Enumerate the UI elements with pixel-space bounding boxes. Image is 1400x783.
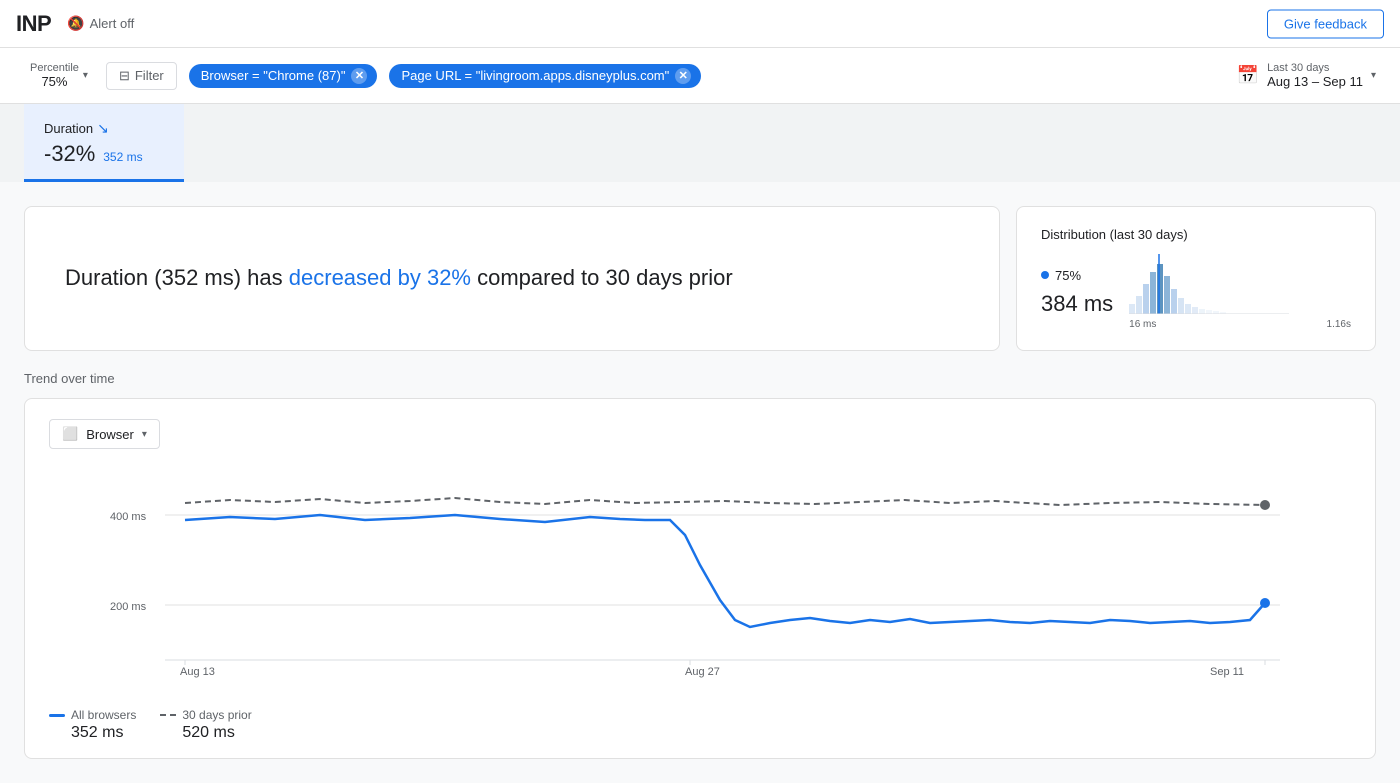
tab-value: -32% 352 ms bbox=[44, 141, 164, 167]
dist-title: Distribution (last 30 days) bbox=[1041, 227, 1351, 242]
chip1-close-button[interactable]: ✕ bbox=[351, 68, 367, 84]
trend-section: Trend over time ⬜ Browser ▾ 400 ms 200 m… bbox=[24, 371, 1376, 759]
header: INP 🔕 Alert off Give feedback bbox=[0, 0, 1400, 48]
chip2-close-button[interactable]: ✕ bbox=[675, 68, 691, 84]
tab-title: Duration ↘ bbox=[44, 120, 164, 137]
browser-button[interactable]: ⬜ Browser ▾ bbox=[49, 419, 160, 449]
tab-change: -32% bbox=[44, 141, 95, 166]
chart-area: 400 ms 200 ms Aug 13 Aug 27 Sep 11 bbox=[49, 465, 1351, 742]
date-range-value: Aug 13 – Sep 11 bbox=[1267, 74, 1363, 89]
svg-text:400 ms: 400 ms bbox=[110, 511, 147, 523]
chip2-label: Page URL = "livingroom.apps.disneyplus.c… bbox=[401, 68, 669, 83]
svg-text:Aug 27: Aug 27 bbox=[685, 666, 720, 678]
chevron-down-icon: ▾ bbox=[83, 70, 88, 81]
alert-off-button[interactable]: 🔕 Alert off bbox=[67, 15, 134, 32]
svg-text:Aug 13: Aug 13 bbox=[180, 666, 215, 678]
browser-chevron-icon: ▾ bbox=[142, 429, 147, 440]
dist-dot bbox=[1041, 271, 1049, 279]
prior-line-icon bbox=[160, 714, 176, 717]
trend-title: Trend over time bbox=[24, 371, 1376, 386]
dist-axis: 16 ms 1.16s bbox=[1129, 319, 1351, 330]
all-browsers-line-icon bbox=[49, 714, 65, 717]
prior-value: 520 ms bbox=[182, 724, 251, 742]
svg-text:200 ms: 200 ms bbox=[110, 601, 147, 613]
toolbar: Percentile 75% ▾ ⊟ Filter Browser = "Chr… bbox=[0, 48, 1400, 104]
tab-sub: 352 ms bbox=[103, 150, 142, 164]
browser-icon: ⬜ bbox=[62, 426, 78, 442]
dist-body: 75% 384 ms bbox=[1041, 254, 1351, 330]
metric-tabs: Duration ↘ -32% 352 ms bbox=[0, 104, 1400, 182]
url-filter-chip: Page URL = "livingroom.apps.disneyplus.c… bbox=[389, 64, 701, 88]
dist-legend: 75% 384 ms bbox=[1041, 268, 1113, 317]
filter-label: Filter bbox=[135, 68, 164, 83]
browser-filter-chip: Browser = "Chrome (87)" ✕ bbox=[189, 64, 378, 88]
all-browsers-value: 352 ms bbox=[71, 724, 136, 742]
percentile-button[interactable]: Percentile 75% ▾ bbox=[24, 58, 94, 93]
dist-percentile: 75% bbox=[1055, 268, 1081, 283]
date-range-picker[interactable]: 📅 Last 30 days Aug 13 – Sep 11 ▾ bbox=[1237, 62, 1376, 89]
dist-axis-min: 16 ms bbox=[1129, 319, 1156, 330]
date-range-label: Last 30 days bbox=[1267, 62, 1363, 74]
distribution-card: Distribution (last 30 days) 75% 384 ms bbox=[1016, 206, 1376, 351]
give-feedback-button[interactable]: Give feedback bbox=[1267, 9, 1384, 38]
summary-highlight: decreased by 32% bbox=[289, 265, 471, 290]
legend-prior: 30 days prior 520 ms bbox=[160, 708, 251, 742]
filter-icon: ⊟ bbox=[119, 68, 130, 84]
dist-legend-item: 75% bbox=[1041, 268, 1113, 283]
percentile-value: 75% bbox=[41, 74, 67, 89]
browser-label: Browser bbox=[86, 427, 134, 442]
percentile-label: Percentile bbox=[30, 62, 79, 74]
trend-card: ⬜ Browser ▾ 400 ms 200 ms Aug 13 Aug 27 … bbox=[24, 398, 1376, 759]
legend-all-browsers: All browsers 352 ms bbox=[49, 708, 136, 742]
svg-text:Sep 11: Sep 11 bbox=[1210, 666, 1244, 678]
main-content: Duration (352 ms) has decreased by 32% c… bbox=[0, 182, 1400, 783]
summary-row: Duration (352 ms) has decreased by 32% c… bbox=[24, 206, 1376, 351]
calendar-icon: 📅 bbox=[1237, 65, 1259, 86]
all-browsers-label: All browsers bbox=[71, 708, 136, 722]
trend-chart: 400 ms 200 ms Aug 13 Aug 27 Sep 11 bbox=[49, 465, 1351, 685]
chip1-label: Browser = "Chrome (87)" bbox=[201, 68, 346, 83]
dist-value: 384 ms bbox=[1041, 291, 1113, 317]
bell-off-icon: 🔕 bbox=[67, 15, 84, 32]
date-chevron-icon: ▾ bbox=[1371, 70, 1376, 81]
dist-chart: 16 ms 1.16s bbox=[1129, 254, 1351, 330]
alert-off-label: Alert off bbox=[90, 16, 135, 31]
summary-text: Duration (352 ms) has decreased by 32% c… bbox=[65, 263, 733, 294]
duration-tab[interactable]: Duration ↘ -32% 352 ms bbox=[24, 104, 184, 182]
summary-text-after: compared to 30 days prior bbox=[471, 265, 733, 290]
prior-label: 30 days prior bbox=[182, 708, 251, 722]
summary-text-before: Duration (352 ms) has bbox=[65, 265, 289, 290]
tab-title-text: Duration bbox=[44, 121, 93, 136]
dist-axis-max: 1.16s bbox=[1327, 319, 1351, 330]
trend-down-icon: ↘ bbox=[97, 120, 109, 137]
filter-button[interactable]: ⊟ Filter bbox=[106, 62, 177, 90]
inp-label: INP bbox=[16, 11, 51, 37]
chart-legend: All browsers 352 ms 30 days prior 520 ms bbox=[49, 700, 1351, 742]
summary-card: Duration (352 ms) has decreased by 32% c… bbox=[24, 206, 1000, 351]
